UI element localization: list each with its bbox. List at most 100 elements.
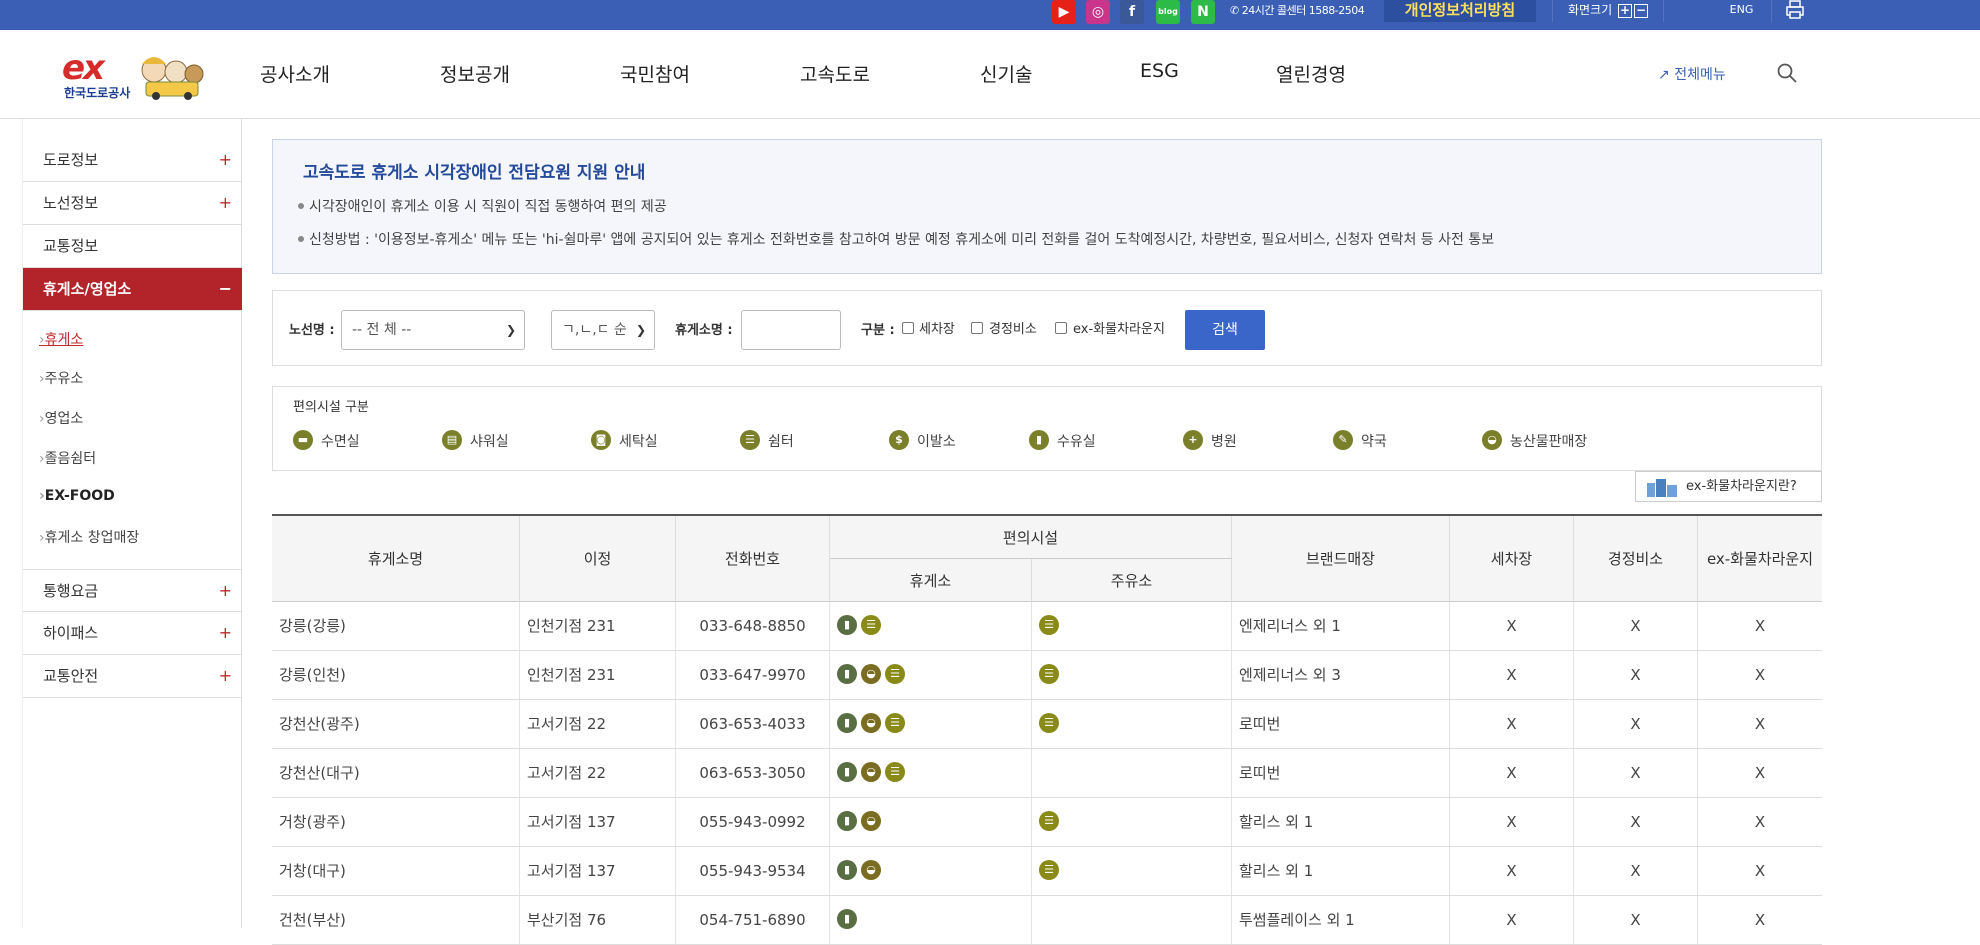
- gnb-item-2[interactable]: 정보공개: [440, 60, 510, 87]
- table-row[interactable]: 거창(광주) 고서기점 137 055-943-0992 ▮ ◒ ☰ 할리스 외 1XXX: [272, 798, 1822, 847]
- legend-title: 편의시설 구분: [293, 400, 369, 415]
- cell-carwash: X: [1450, 798, 1574, 846]
- english-link[interactable]: ENG: [1712, 0, 1772, 22]
- table-row[interactable]: 거창(대구) 고서기점 137 055-943-9534 ▮ ◒ ☰ 할리스 외 1XXX: [272, 847, 1822, 896]
- blog-icon[interactable]: blog: [1156, 0, 1180, 24]
- building-icon: [1647, 479, 1677, 497]
- nursing-room-icon: ▮: [837, 909, 857, 929]
- sidebar-item-4[interactable]: 휴게소/영업소 −: [23, 268, 242, 311]
- cell-distance: 고서기점 22: [520, 749, 676, 797]
- shower-icon: ▤: [442, 430, 462, 450]
- gnb-item-4[interactable]: 고속도로: [800, 60, 870, 87]
- table-row[interactable]: 강천산(대구) 고서기점 22 063-653-3050 ▮ ◒ ☰ 로띠번 X X X: [272, 749, 1822, 798]
- cell-name: 강천산(광주): [272, 700, 520, 748]
- sidebar-item-3[interactable]: 교통정보: [23, 225, 242, 268]
- cell-brand: 할리스 외 1: [1232, 847, 1450, 895]
- col-header-gas: 주유소: [1032, 559, 1232, 602]
- sidebar-item-7[interactable]: 교통안전 +: [23, 655, 242, 698]
- col-header-rest: 휴게소: [830, 559, 1032, 602]
- search-button[interactable]: 검색: [1185, 310, 1265, 350]
- nursing-room-icon: ▮: [837, 860, 857, 880]
- facebook-icon[interactable]: f: [1120, 0, 1144, 24]
- nursing-room-icon: ▮: [837, 615, 857, 635]
- table-row[interactable]: 강천산(광주) 고서기점 22 063-653-4033 ▮ ◒ ☰ ☰ 로띠번 X X X: [272, 700, 1822, 749]
- sidebar-item-2[interactable]: 노선정보 +: [23, 182, 242, 225]
- sidebar-item-5[interactable]: 통행요금 +: [23, 569, 242, 612]
- sidebar-item-6[interactable]: 하이패스 +: [23, 612, 242, 655]
- gnb-item-7[interactable]: 열린경영: [1276, 60, 1346, 87]
- shelter-icon: ☰: [1039, 860, 1059, 880]
- cell-repair: X: [1574, 700, 1698, 748]
- naver-post-icon[interactable]: N: [1191, 0, 1215, 24]
- pharmacy-icon: ✎: [1333, 430, 1353, 450]
- table-row[interactable]: 건천(부산) 부산기점 76 054-751-6890 ▮ 투썸플레이스 외 1XXX: [272, 896, 1822, 945]
- cell-phone: 054-751-6890: [676, 896, 830, 944]
- notice-line: 신청방법 : '이용정보-휴게소' 메뉴 또는 'hi-쉴마루' 앱에 공지되어…: [297, 229, 1494, 249]
- privacy-policy-link[interactable]: 개인정보처리방침: [1384, 0, 1536, 22]
- cell-brand: 엔제리너스 외 1: [1232, 602, 1450, 650]
- cell-phone: 055-943-9534: [676, 847, 830, 895]
- table-row[interactable]: 강릉(인천) 인천기점 231 033-647-9970 ▮ ◒ ☰ ☰ 엔제리너스 외 3X…: [272, 651, 1822, 700]
- col-header-repair: 경정비소: [1574, 516, 1698, 602]
- gnb-item-5[interactable]: 신기술: [980, 60, 1032, 87]
- farm-store-icon: ◒: [861, 860, 881, 880]
- external-link-icon: ↗: [1658, 67, 1670, 83]
- search-icon[interactable]: [1776, 62, 1798, 84]
- print-icon[interactable]: [1778, 0, 1812, 22]
- ex-logo[interactable]: ex 한국도로공사: [58, 48, 208, 102]
- truck-lounge-checkbox[interactable]: [1055, 322, 1067, 334]
- sidebar-subitem-3[interactable]: ›영업소: [39, 408, 83, 428]
- cell-name: 거창(광주): [272, 798, 520, 846]
- nursing-room-icon: ▮: [837, 762, 857, 782]
- route-select[interactable]: -- 전 체 -- ❯: [341, 310, 525, 350]
- truck-lounge-info-button[interactable]: ex-화물차라운지란?: [1635, 471, 1822, 502]
- sidebar-subitem-2[interactable]: ›주유소: [39, 368, 83, 388]
- cell-carwash: X: [1450, 749, 1574, 797]
- cell-name: 강천산(대구): [272, 749, 520, 797]
- cell-distance: 고서기점 22: [520, 700, 676, 748]
- facility-legend: 편의시설 구분 ▬ 수면실 ▤ 샤워실 ◙ 세탁실 ☰ 쉼터 $ 이발소 ▮ 수유실 + 병원 ✎ 약국 ◒ 농산…: [272, 386, 1822, 471]
- cell-rest: ▮ ◒ ☰: [830, 700, 1032, 748]
- carwash-checkbox[interactable]: [902, 322, 914, 334]
- cell-repair: X: [1574, 602, 1698, 650]
- sidebar-subitem-6[interactable]: ›휴게소 창업매장: [39, 527, 139, 547]
- cell-carwash: X: [1450, 602, 1574, 650]
- font-size-minus-button[interactable]: −: [1634, 3, 1648, 18]
- cell-rest: ▮ ◒: [830, 847, 1032, 895]
- shelter-icon: ☰: [861, 615, 881, 635]
- instagram-icon[interactable]: ◎: [1086, 0, 1110, 24]
- expand-icon: −: [218, 279, 232, 298]
- gnb-item-1[interactable]: 공사소개: [260, 60, 330, 87]
- chevron-down-icon: ❯: [635, 323, 646, 337]
- sidebar-subitem-5[interactable]: ›EX-FOOD: [39, 488, 115, 504]
- barber-icon: $: [889, 430, 909, 450]
- carwash-checkbox-label: 세차장: [919, 322, 955, 337]
- font-size-plus-button[interactable]: +: [1618, 3, 1632, 18]
- cell-gas: ☰: [1032, 602, 1232, 650]
- chevron-down-icon: ❯: [505, 323, 516, 337]
- cell-rest: ▮ ☰: [830, 602, 1032, 650]
- gnb-item-3[interactable]: 국민참여: [620, 60, 690, 87]
- sidebar-subitem-1[interactable]: ›휴게소: [39, 329, 83, 349]
- cell-name: 거창(대구): [272, 847, 520, 895]
- youtube-icon[interactable]: ▶: [1052, 0, 1076, 24]
- hospital-icon: +: [1183, 430, 1203, 450]
- cell-truck: X: [1754, 666, 1766, 684]
- all-menu-link[interactable]: ↗ 전체메뉴: [1658, 64, 1726, 84]
- cell-brand: 투썸플레이스 외 1: [1232, 896, 1450, 944]
- rest-area-name-label: 휴게소명 :: [675, 323, 733, 338]
- cell-repair: X: [1574, 847, 1698, 895]
- table-row[interactable]: 강릉(강릉) 인천기점 231 033-648-8850 ▮ ☰ ☰ 엔제리너스 외 1XX…: [272, 602, 1822, 651]
- cell-carwash: X: [1450, 847, 1574, 895]
- sidebar-subitem-4[interactable]: ›졸음쉼터: [39, 448, 96, 468]
- gnb-item-6[interactable]: ESG: [1140, 60, 1179, 82]
- rest-area-name-input[interactable]: [741, 310, 841, 350]
- sidebar-item-1[interactable]: 도로정보 +: [23, 139, 242, 182]
- repair-checkbox[interactable]: [971, 322, 983, 334]
- order-select[interactable]: ㄱ,ㄴ,ㄷ 순 ❯: [551, 310, 655, 350]
- farm-store-icon: ◒: [1482, 430, 1502, 450]
- col-header-name: 휴게소명: [272, 516, 520, 602]
- cell-distance: 고서기점 137: [520, 798, 676, 846]
- shelter-icon: ☰: [1039, 811, 1059, 831]
- cell-truck: X: [1754, 862, 1766, 880]
